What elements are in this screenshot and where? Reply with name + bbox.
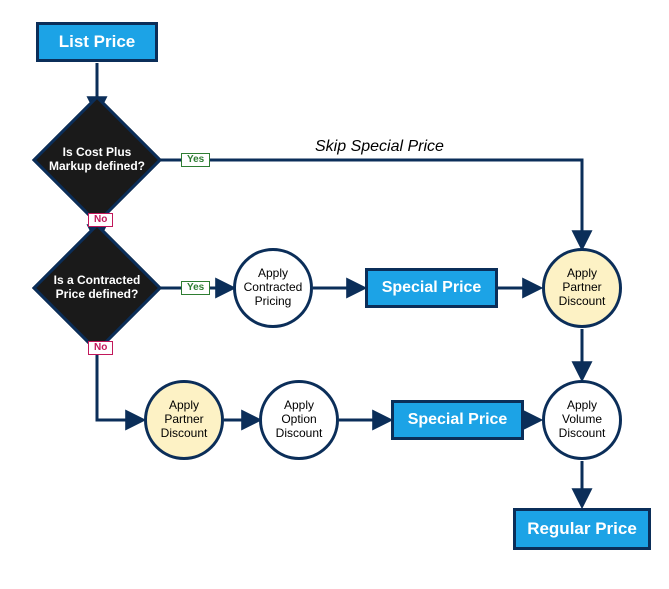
node-label: Special Price: [408, 411, 508, 429]
annotation-skip-special-price: Skip Special Price: [315, 138, 444, 156]
edge-label-yes: Yes: [181, 153, 210, 167]
edge-label-no: No: [88, 341, 113, 355]
node-apply-contracted-pricing: Apply Contracted Pricing: [233, 248, 313, 328]
node-regular-price: Regular Price: [513, 508, 651, 550]
node-apply-partner-discount-bottom: Apply Partner Discount: [144, 380, 224, 460]
node-label: List Price: [59, 32, 136, 52]
node-special-price-bottom: Special Price: [391, 400, 524, 440]
node-label: Apply Volume Discount: [549, 399, 615, 440]
flowchart: List Price Is Cost Plus Markup defined? …: [0, 0, 669, 589]
node-list-price: List Price: [36, 22, 158, 62]
edge-label-no: No: [88, 213, 113, 227]
node-is-contracted-price: Is a Contracted Price defined?: [37, 243, 157, 333]
edge-label-text: No: [94, 342, 107, 353]
node-label: Special Price: [382, 279, 482, 297]
node-apply-volume-discount: Apply Volume Discount: [542, 380, 622, 460]
node-label: Apply Partner Discount: [151, 399, 217, 440]
edge-label-yes: Yes: [181, 281, 210, 295]
edge-label-text: Yes: [187, 282, 204, 293]
node-apply-partner-discount-top: Apply Partner Discount: [542, 248, 622, 328]
node-label: Is Cost Plus Markup defined?: [45, 146, 149, 174]
edge-label-text: Yes: [187, 154, 204, 165]
node-label: Apply Partner Discount: [549, 267, 615, 308]
node-special-price-top: Special Price: [365, 268, 498, 308]
annotation-text: Skip Special Price: [315, 138, 444, 155]
node-is-cost-plus-markup: Is Cost Plus Markup defined?: [37, 115, 157, 205]
node-label: Apply Option Discount: [266, 399, 332, 440]
node-apply-option-discount: Apply Option Discount: [259, 380, 339, 460]
node-label: Is a Contracted Price defined?: [45, 274, 149, 302]
node-label: Regular Price: [527, 519, 637, 539]
node-label: Apply Contracted Pricing: [240, 267, 306, 308]
edge-label-text: No: [94, 214, 107, 225]
